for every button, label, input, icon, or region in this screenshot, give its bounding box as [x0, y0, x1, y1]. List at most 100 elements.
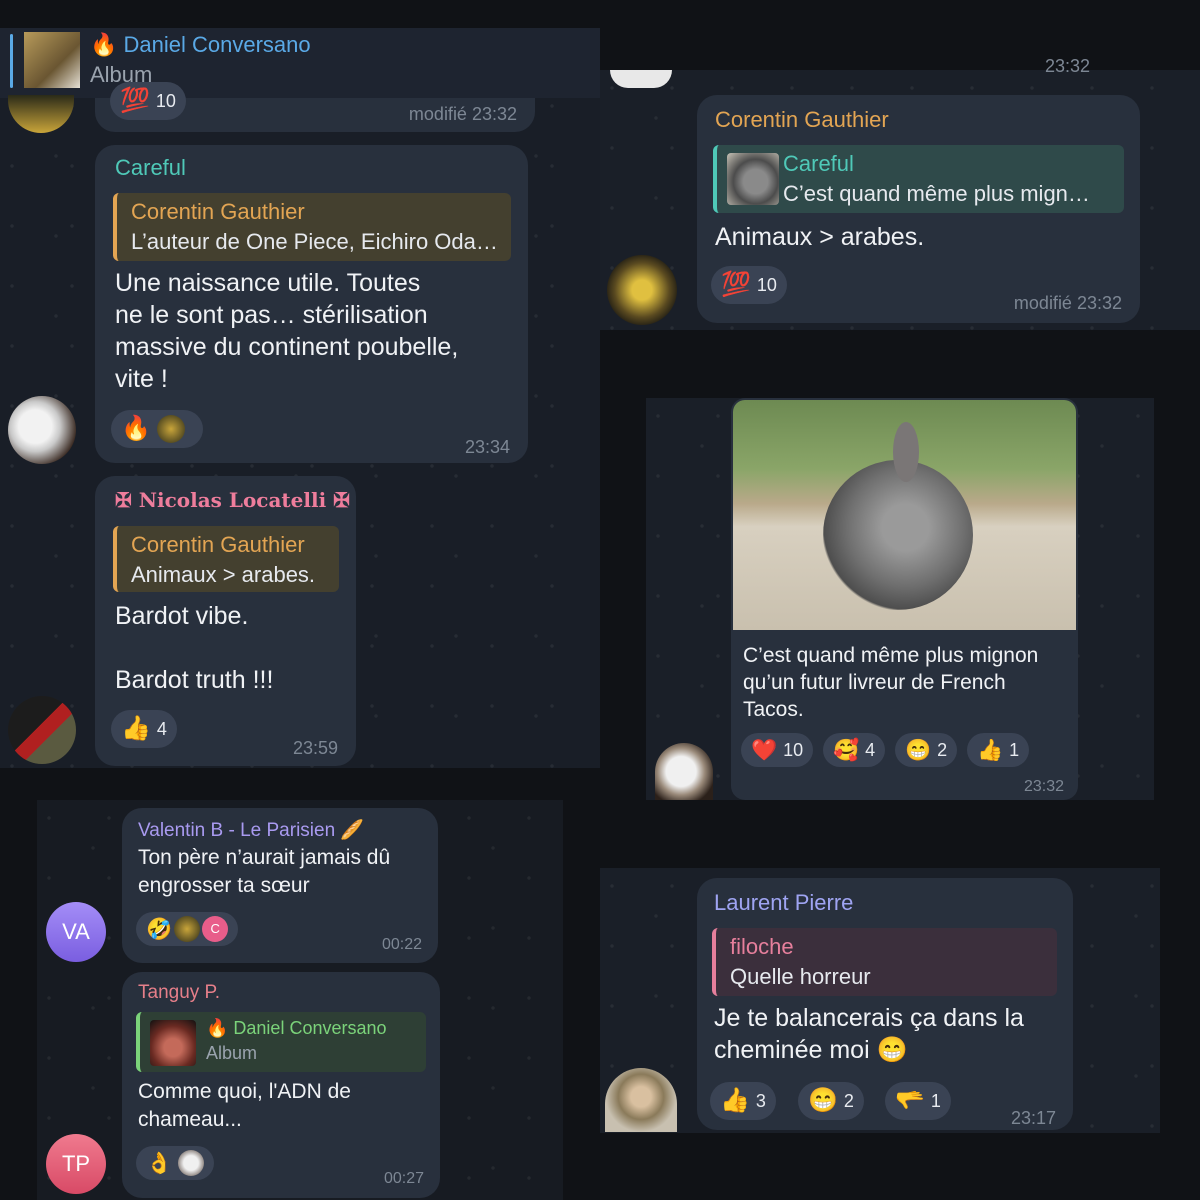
pinned-indicator: [10, 34, 13, 88]
reply-sender: Corentin Gauthier: [131, 199, 305, 224]
pinned-thumbnail: [24, 32, 80, 88]
message-nicolas[interactable]: ✠ Nicolas Locatelli ✠ Corentin Gauthier …: [95, 476, 356, 766]
message-line: Bardot truth !!!: [115, 666, 274, 694]
reaction-count: 1: [930, 1090, 941, 1111]
reaction-count: 10: [155, 90, 176, 111]
message-line: Comme quoi, l'ADN de: [138, 1080, 351, 1103]
message-time: 23:32: [1023, 778, 1064, 795]
caption-line: qu’un futur livreur de French: [743, 671, 1006, 694]
message-time: 23:34: [464, 437, 510, 457]
reaction-chip[interactable]: 🥰 4: [823, 733, 886, 767]
message-line: Bardot vibe.: [115, 602, 249, 630]
reaction-chip[interactable]: 👍 3: [710, 1082, 776, 1120]
caption-line: C’est quand même plus mignon: [743, 644, 1039, 667]
message-time: 23:59: [292, 738, 338, 758]
reaction-chip[interactable]: 👍 1: [967, 733, 1030, 767]
avatar-soldier[interactable]: [8, 696, 76, 764]
reply-quote[interactable]: filoche Quelle horreur: [712, 928, 1057, 996]
reply-quote[interactable]: 🔥 Daniel Conversano Album: [136, 1012, 426, 1072]
reaction-chip[interactable]: 😁 2: [895, 733, 958, 767]
edited-time: modifié 23:32: [408, 104, 517, 124]
message-photo[interactable]: C’est quand même plus mignon qu’un futur…: [731, 398, 1078, 800]
avatar-gold[interactable]: [607, 255, 677, 325]
avatar-rabbit[interactable]: [8, 396, 76, 464]
pinned-message-bar[interactable]: 🔥 Daniel Conversano Album: [0, 28, 600, 98]
reply-thumbnail: [150, 1020, 196, 1066]
message-time: 00:27: [383, 1170, 424, 1187]
reactor-avatar: [156, 415, 185, 443]
palm-down-hand-icon: 🫳: [895, 1087, 925, 1114]
message-text: Une naissance utile. Toutes ne le sont p…: [115, 267, 458, 395]
message-line: vite !: [115, 365, 168, 393]
reply-sender: filoche: [730, 934, 794, 959]
avatar-rabbit-small[interactable]: [610, 70, 672, 88]
message-line: massive du continent poubelle,: [115, 333, 459, 361]
reaction-count: 2: [843, 1090, 854, 1111]
edited-time: modifié 23:32: [1013, 293, 1122, 313]
reaction-chip[interactable]: 💯 10: [711, 266, 787, 304]
rabbit-ear: [893, 422, 919, 482]
reply-sender: Corentin Gauthier: [131, 532, 305, 557]
reaction-chip[interactable]: 👍 4: [111, 710, 177, 748]
avatar-initials[interactable]: TP: [46, 1134, 106, 1194]
sender-name: Valentin B - Le Parisien 🥖: [138, 820, 365, 841]
avatar-rabbit[interactable]: [655, 743, 713, 800]
sender-name: Corentin Gauthier: [715, 107, 889, 132]
reply-quote[interactable]: Corentin Gauthier L’auteur de One Piece,…: [113, 193, 511, 261]
avatar-man-dog[interactable]: [605, 1068, 677, 1132]
reply-quote[interactable]: Corentin Gauthier Animaux > arabes.: [113, 526, 339, 592]
reply-quote[interactable]: Careful C’est quand même plus mign…: [713, 145, 1124, 213]
message-line: Je te balancerais ça dans la: [714, 1004, 1024, 1032]
reply-thumbnail: [727, 153, 779, 205]
reply-text: L’auteur de One Piece, Eichiro Oda…: [131, 229, 498, 254]
message-tanguy[interactable]: Tanguy P. 🔥 Daniel Conversano Album Comm…: [122, 972, 440, 1198]
reply-sender: 🔥 Daniel Conversano: [206, 1018, 387, 1038]
reply-text: Quelle horreur: [730, 964, 871, 989]
thumbs-up-icon: 👍: [977, 738, 1004, 762]
reaction-count: 2: [937, 739, 948, 760]
sender-name: Laurent Pierre: [714, 890, 854, 915]
message-time: 00:22: [381, 936, 422, 953]
grin-icon: 😁: [905, 738, 932, 762]
previous-message-bubble[interactable]: 💯 10 modifié 23:32: [95, 82, 535, 132]
reactor-avatar: C: [202, 916, 229, 942]
rolling-laugh-icon: 🤣: [146, 917, 173, 941]
message-line: cheminée moi 😁: [714, 1036, 908, 1064]
message-line: Une naissance utile. Toutes: [115, 269, 421, 297]
avatar-initials[interactable]: VA: [46, 902, 106, 962]
reaction-count: 10: [756, 274, 777, 295]
message-line: chameau...: [138, 1108, 242, 1131]
message-corentin[interactable]: Corentin Gauthier Careful C’est quand mê…: [697, 95, 1140, 323]
sender-name: ✠ Nicolas Locatelli ✠: [115, 488, 350, 512]
reaction-count: 3: [755, 1090, 766, 1111]
message-line: ne le sont pas… stérilisation: [115, 301, 428, 329]
grin-icon: 😁: [808, 1087, 838, 1114]
reaction-count: 4: [156, 718, 167, 739]
reaction-chip[interactable]: 🔥: [111, 410, 203, 448]
reaction-chip[interactable]: ❤️ 10: [741, 733, 814, 767]
message-text: Je te balancerais ça dans la cheminée mo…: [714, 1002, 1024, 1066]
reaction-chip[interactable]: 💯 10: [110, 82, 186, 120]
reaction-chip[interactable]: 🫳 1: [885, 1082, 951, 1120]
message-careful[interactable]: Careful Corentin Gauthier L’auteur de On…: [95, 145, 528, 463]
reply-text: Animaux > arabes.: [131, 562, 316, 587]
top-time: 23:32: [1045, 56, 1091, 76]
hundred-icon: 💯: [721, 271, 751, 298]
message-time: 23:17: [1010, 1108, 1056, 1128]
reactor-avatar: [178, 1150, 205, 1176]
reactor-avatar: [174, 916, 201, 942]
reaction-chip[interactable]: 🤣 C: [136, 912, 239, 946]
pinned-title: 🔥 Daniel Conversano: [90, 32, 311, 57]
heart-icon: ❤️: [751, 738, 778, 762]
hundred-icon: 💯: [120, 87, 150, 114]
rabbit-photo[interactable]: [733, 400, 1076, 630]
message-valentin[interactable]: Valentin B - Le Parisien 🥖 Ton père n’au…: [122, 808, 438, 963]
message-laurent[interactable]: Laurent Pierre filoche Quelle horreur Je…: [697, 878, 1073, 1130]
sender-name: Careful: [115, 155, 186, 180]
smiling-hearts-icon: 🥰: [833, 738, 860, 762]
reaction-chip[interactable]: 😁 2: [798, 1082, 864, 1120]
thumbs-up-icon: 👍: [121, 715, 151, 742]
ok-hand-icon: 👌: [146, 1151, 173, 1175]
reaction-chip[interactable]: 👌: [136, 1146, 215, 1180]
reply-text: Album: [206, 1043, 258, 1063]
